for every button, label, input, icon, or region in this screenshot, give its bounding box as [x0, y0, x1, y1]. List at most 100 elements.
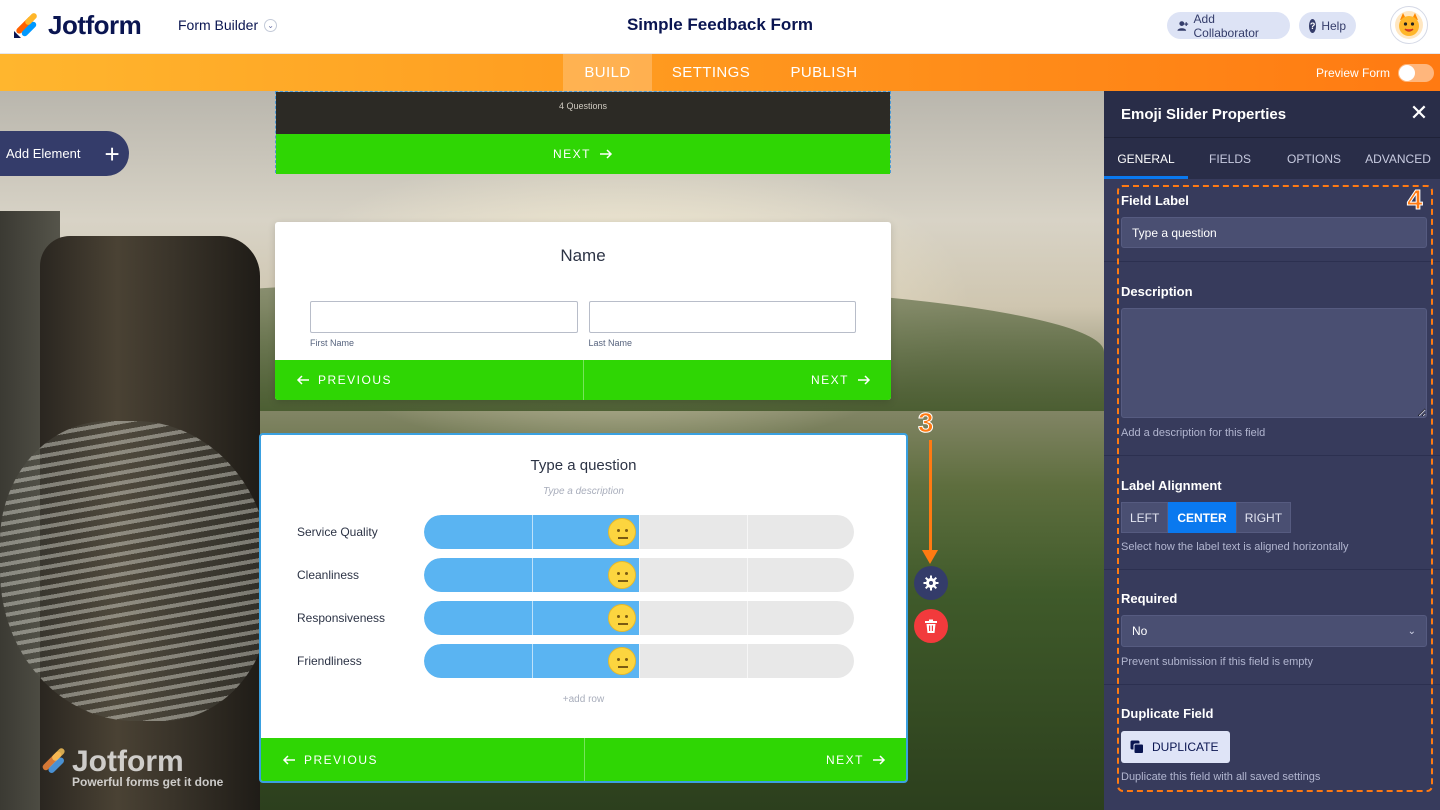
avatar[interactable]: [1390, 6, 1428, 44]
jotform-logo[interactable]: Jotform: [12, 10, 142, 41]
gear-icon: [923, 575, 939, 591]
last-name-input[interactable]: [588, 301, 856, 333]
jotform-watermark-icon: [42, 748, 65, 773]
arrow-right-icon: [873, 754, 886, 765]
tab-fields[interactable]: FIELDS: [1188, 138, 1272, 179]
question-title: Name: [560, 246, 606, 265]
trash-icon: [925, 619, 937, 633]
emoji-slider-row: Cleanliness: [297, 558, 857, 592]
emoji-slider-step-divider: [532, 515, 533, 549]
tab-general[interactable]: GENERAL: [1104, 138, 1188, 179]
emoji-slider-label: Friendliness: [297, 654, 362, 668]
panel-tabs: GENERAL FIELDS OPTIONS ADVANCED: [1104, 137, 1440, 179]
emoji-slider-step-divider: [532, 601, 533, 635]
emoji-slider-step-divider: [532, 644, 533, 678]
help-button[interactable]: ? Help: [1299, 12, 1356, 39]
close-icon[interactable]: ✕: [1408, 102, 1430, 124]
emoji-slider-row: Responsiveness: [297, 601, 857, 635]
form-card-name[interactable]: Name First Name Last Name PREVIOUS NEXT: [275, 222, 891, 400]
delete-field-button[interactable]: [914, 609, 948, 643]
last-name-sublabel: Last Name: [588, 338, 633, 348]
jotform-logo-icon: [14, 12, 37, 38]
field-properties-button[interactable]: [914, 566, 948, 600]
preview-form-label: Preview Form: [1316, 66, 1391, 80]
add-element-label: Add Element: [6, 146, 81, 161]
preview-form-toggle[interactable]: [1398, 64, 1435, 82]
help-icon: ?: [1309, 18, 1317, 33]
arrow-left-icon: [296, 375, 309, 385]
emoji-slider-row: Service Quality: [297, 515, 857, 549]
next-button[interactable]: NEXT: [584, 360, 891, 400]
callout-arrow: [929, 440, 932, 552]
emoji-slider-step-divider: [532, 558, 533, 592]
next-label: NEXT: [810, 373, 849, 387]
emoji-slider-label: Responsiveness: [297, 611, 386, 625]
next-button[interactable]: NEXT: [585, 738, 907, 781]
emoji-neutral-icon[interactable]: [608, 604, 636, 632]
question-description[interactable]: Type a description: [261, 486, 906, 497]
arrow-right-icon: [858, 375, 871, 385]
preview-form: Preview Form: [1316, 64, 1435, 82]
emoji-slider-track[interactable]: [424, 515, 854, 549]
background-rope: [0, 421, 270, 721]
panel-body: Field Label Description Add a descriptio…: [1104, 179, 1440, 810]
form-builder-dropdown[interactable]: Form Builder ⌄: [178, 17, 278, 33]
form-title[interactable]: Simple Feedback Form: [627, 15, 813, 34]
previous-button[interactable]: PREVIOUS: [261, 738, 585, 781]
question-title[interactable]: Type a question: [261, 457, 906, 474]
jotform-watermark: Jotform Powerful forms get it done: [38, 745, 223, 789]
previous-label: PREVIOUS: [318, 373, 393, 387]
next-label: NEXT: [552, 147, 591, 161]
chevron-down-icon: ⌄: [264, 18, 278, 32]
emoji-neutral-icon[interactable]: [608, 518, 636, 546]
form-card-emoji-slider[interactable]: Type a question Type a description Servi…: [259, 433, 908, 783]
form-card-welcome[interactable]: 4 Questions NEXT: [275, 91, 891, 174]
emoji-slider-track[interactable]: [424, 601, 854, 635]
tab-publish[interactable]: PUBLISH: [782, 54, 866, 91]
top-bar: Jotform Form Builder ⌄ Simple Feedback F…: [0, 0, 1440, 54]
emoji-slider-label: Cleanliness: [297, 568, 360, 582]
highlight-box: [1117, 185, 1433, 792]
watermark-title: Jotform: [72, 745, 184, 778]
first-name-sublabel: First Name: [310, 338, 355, 348]
arrow-left-icon: [282, 754, 295, 765]
emoji-slider-step-divider: [747, 644, 748, 678]
callout-arrow-head: [922, 550, 938, 564]
next-button[interactable]: NEXT: [276, 134, 890, 174]
first-name-input[interactable]: [310, 301, 578, 333]
tab-build[interactable]: BUILD: [563, 54, 652, 91]
emoji-slider-step-divider: [639, 601, 640, 635]
logo-text: Jotform: [48, 10, 142, 40]
add-element-button[interactable]: Add Element +: [0, 131, 129, 176]
add-row-link[interactable]: +add row: [261, 694, 906, 705]
welcome-subtitle: 4 Questions: [276, 92, 890, 134]
tab-settings[interactable]: SETTINGS: [664, 54, 758, 91]
watermark-subtitle: Powerful forms get it done: [72, 775, 224, 789]
next-label: NEXT: [825, 752, 864, 767]
properties-panel: Emoji Slider Properties ✕ GENERAL FIELDS…: [1104, 91, 1440, 810]
emoji-slider-step-divider: [747, 558, 748, 592]
callout-number-3: 3: [918, 407, 935, 439]
tab-advanced[interactable]: ADVANCED: [1356, 138, 1440, 179]
emoji-slider-track[interactable]: [424, 644, 854, 678]
form-builder-label: Form Builder: [178, 17, 259, 33]
emoji-slider-step-divider: [639, 644, 640, 678]
previous-label: PREVIOUS: [304, 752, 379, 767]
user-plus-icon: [1177, 20, 1189, 31]
emoji-neutral-icon[interactable]: [608, 561, 636, 589]
emoji-slider-label: Service Quality: [297, 525, 378, 539]
help-label: Help: [1321, 18, 1346, 33]
emoji-slider-step-divider: [639, 558, 640, 592]
previous-button[interactable]: PREVIOUS: [275, 360, 584, 400]
emoji-slider-step-divider: [747, 601, 748, 635]
tab-options[interactable]: OPTIONS: [1272, 138, 1356, 179]
avatar-icon: [1395, 11, 1423, 39]
emoji-slider-step-divider: [639, 515, 640, 549]
add-collaborator-button[interactable]: Add Collaborator: [1167, 11, 1290, 40]
emoji-slider-row: Friendliness: [297, 644, 857, 678]
plus-icon: +: [104, 138, 120, 169]
add-collaborator-label: Add Collaborator: [1193, 11, 1259, 40]
callout-number-4: 4: [1407, 184, 1424, 216]
emoji-slider-track[interactable]: [424, 558, 854, 592]
emoji-neutral-icon[interactable]: [608, 647, 636, 675]
